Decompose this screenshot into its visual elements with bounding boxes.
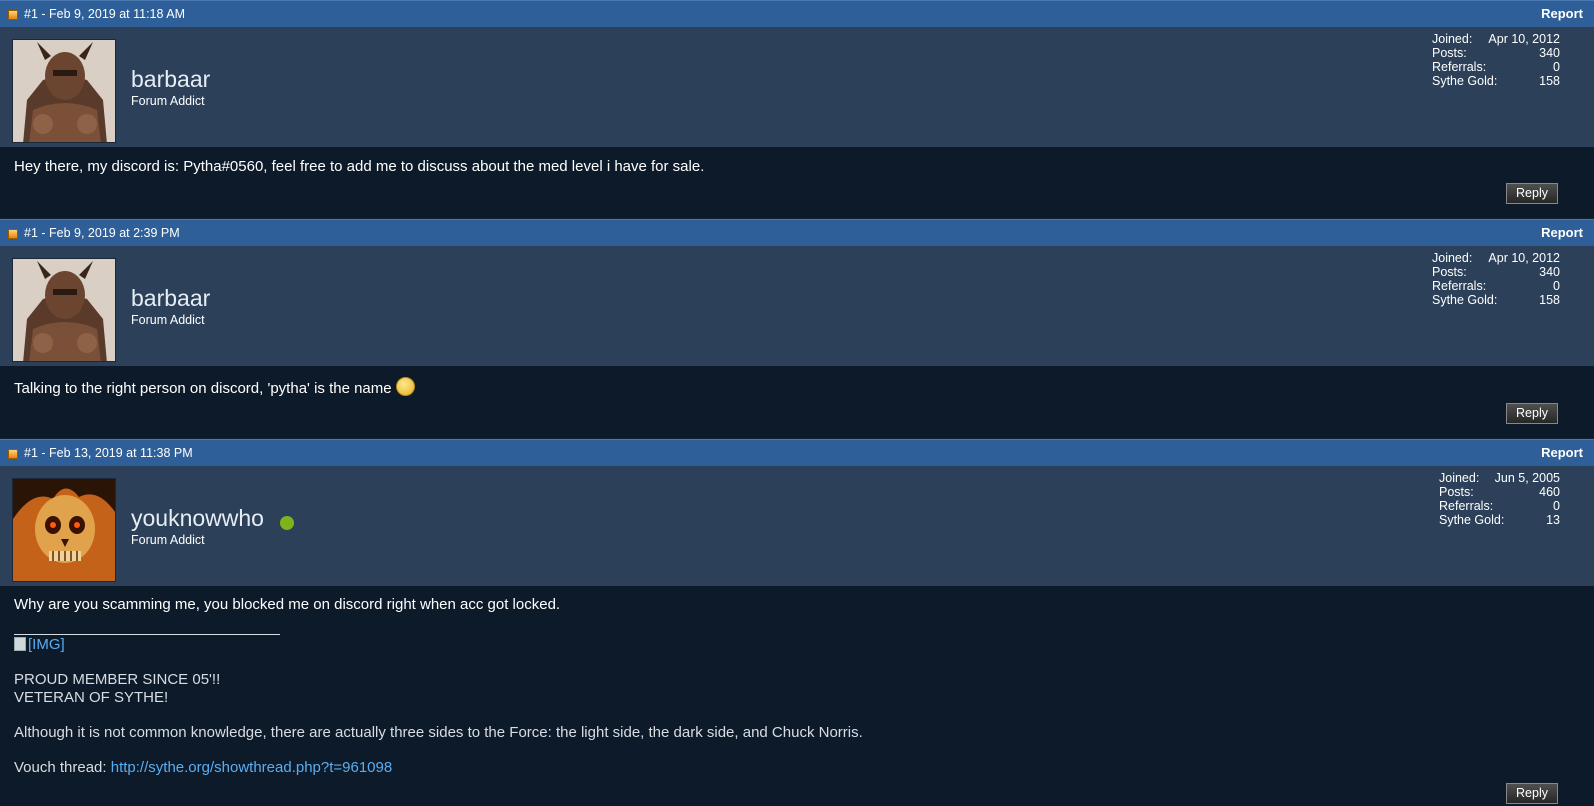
stat-value: Apr 10, 2012	[1488, 251, 1560, 265]
reply-button[interactable]: Reply	[1506, 783, 1558, 804]
post-body: Hey there, my discord is: Pytha#0560, fe…	[0, 147, 1594, 218]
post-body: Talking to the right person on discord, …	[0, 366, 1594, 438]
stat-posts: Posts: 460	[1439, 485, 1560, 499]
stat-joined: Joined: Apr 10, 2012	[1432, 32, 1560, 46]
post-status-icon	[8, 229, 18, 239]
stat-value: 158	[1539, 293, 1560, 307]
stat-label: Joined:	[1432, 251, 1473, 265]
post-header: #1 - Feb 9, 2019 at 2:39 PM Report	[0, 219, 1594, 247]
post-header: #1 - Feb 9, 2019 at 11:18 AM Report	[0, 0, 1594, 28]
stat-label: Joined:	[1439, 471, 1480, 485]
user-rank: Forum Addict	[131, 94, 205, 108]
stat-gold: Sythe Gold: 158	[1432, 293, 1560, 307]
helmeted-warrior-avatar	[13, 259, 115, 361]
stat-referrals: Referrals: 0	[1439, 499, 1560, 513]
report-link[interactable]: Report	[1541, 225, 1583, 240]
username[interactable]: barbaar	[131, 285, 210, 312]
post-status-icon	[8, 10, 18, 20]
stat-label: Posts:	[1432, 265, 1467, 279]
post: #1 - Feb 13, 2019 at 11:38 PM Report you…	[0, 439, 1594, 806]
stat-label: Referrals:	[1432, 279, 1487, 293]
post-date[interactable]: #1 - Feb 13, 2019 at 11:38 PM	[24, 446, 193, 460]
stat-joined: Joined: Jun 5, 2005	[1439, 471, 1560, 485]
user-avatar[interactable]	[12, 478, 116, 582]
stat-value: 158	[1539, 74, 1560, 88]
stat-value: 0	[1553, 279, 1560, 293]
vouch-thread: Vouch thread: http://sythe.org/showthrea…	[14, 759, 392, 776]
signature-divider	[14, 634, 280, 635]
vouch-link[interactable]: http://sythe.org/showthread.php?t=961098	[111, 759, 392, 776]
broken-image-icon	[14, 637, 26, 651]
report-link[interactable]: Report	[1541, 6, 1583, 21]
helmeted-warrior-avatar	[13, 40, 115, 142]
stat-label: Referrals:	[1439, 499, 1494, 513]
stat-gold: Sythe Gold: 13	[1439, 513, 1560, 527]
post-message-text: Talking to the right person on discord, …	[14, 380, 392, 397]
user-stats: Joined: Jun 5, 2005 Posts: 460 Referrals: 0…	[1439, 471, 1560, 527]
smiley-icon	[395, 377, 415, 396]
image-alt-text: [IMG]	[28, 636, 65, 653]
stat-referrals: Referrals: 0	[1432, 60, 1560, 74]
stat-label: Sythe Gold:	[1432, 293, 1498, 307]
signature-quote: Although it is not common knowledge, the…	[14, 724, 863, 741]
post-header: #1 - Feb 13, 2019 at 11:38 PM Report	[0, 439, 1594, 467]
user-info-bar: youknowwho Forum Addict Joined: Jun 5, 20…	[0, 466, 1594, 586]
post-message: Hey there, my discord is: Pytha#0560, fe…	[14, 158, 705, 175]
stat-posts: Posts: 340	[1432, 265, 1560, 279]
stat-value: 0	[1553, 499, 1560, 513]
username[interactable]: youknowwho	[131, 505, 264, 532]
stat-posts: Posts: 340	[1432, 46, 1560, 60]
user-info-bar: barbaar Forum Addict Joined: Apr 10, 2012…	[0, 246, 1594, 366]
user-stats: Joined: Apr 10, 2012 Posts: 340 Referrals:…	[1432, 251, 1560, 307]
signature-image-link[interactable]: [IMG]	[14, 636, 65, 653]
stat-joined: Joined: Apr 10, 2012	[1432, 251, 1560, 265]
post-date[interactable]: #1 - Feb 9, 2019 at 2:39 PM	[24, 226, 180, 240]
vouch-label: Vouch thread:	[14, 759, 111, 776]
post: #1 - Feb 9, 2019 at 11:18 AM Report barb…	[0, 0, 1594, 218]
post-status-icon	[8, 449, 18, 459]
stat-label: Joined:	[1432, 32, 1473, 46]
user-stats: Joined: Apr 10, 2012 Posts: 340 Referrals:…	[1432, 32, 1560, 88]
report-link[interactable]: Report	[1541, 445, 1583, 460]
stat-label: Posts:	[1432, 46, 1467, 60]
username[interactable]: barbaar	[131, 66, 210, 93]
post-message: Talking to the right person on discord, …	[14, 377, 415, 397]
signature-line: PROUD MEMBER SINCE 05'!!	[14, 671, 221, 688]
stat-referrals: Referrals: 0	[1432, 279, 1560, 293]
stat-label: Sythe Gold:	[1439, 513, 1505, 527]
reply-button[interactable]: Reply	[1506, 183, 1558, 204]
signature-line: VETERAN OF SYTHE!	[14, 689, 169, 706]
user-avatar[interactable]	[12, 39, 116, 143]
stat-value: 460	[1539, 485, 1560, 499]
post-message: Why are you scamming me, you blocked me …	[14, 596, 561, 613]
post-body: Why are you scamming me, you blocked me …	[0, 586, 1594, 806]
stat-label: Posts:	[1439, 485, 1474, 499]
user-rank: Forum Addict	[131, 533, 205, 547]
stat-label: Sythe Gold:	[1432, 74, 1498, 88]
stat-value: Apr 10, 2012	[1488, 32, 1560, 46]
post: #1 - Feb 9, 2019 at 2:39 PM Report barba…	[0, 219, 1594, 438]
post-date[interactable]: #1 - Feb 9, 2019 at 11:18 AM	[24, 7, 185, 21]
flaming-skull-avatar	[13, 479, 115, 581]
reply-button[interactable]: Reply	[1506, 403, 1558, 424]
user-rank: Forum Addict	[131, 313, 205, 327]
user-info-bar: barbaar Forum Addict Joined: Apr 10, 2012…	[0, 27, 1594, 147]
stat-value: 0	[1553, 60, 1560, 74]
stat-gold: Sythe Gold: 158	[1432, 74, 1560, 88]
user-avatar[interactable]	[12, 258, 116, 362]
stat-value: 340	[1539, 46, 1560, 60]
stat-label: Referrals:	[1432, 60, 1487, 74]
stat-value: Jun 5, 2005	[1494, 471, 1560, 485]
stat-value: 340	[1539, 265, 1560, 279]
online-status-icon	[280, 516, 294, 530]
stat-value: 13	[1546, 513, 1560, 527]
